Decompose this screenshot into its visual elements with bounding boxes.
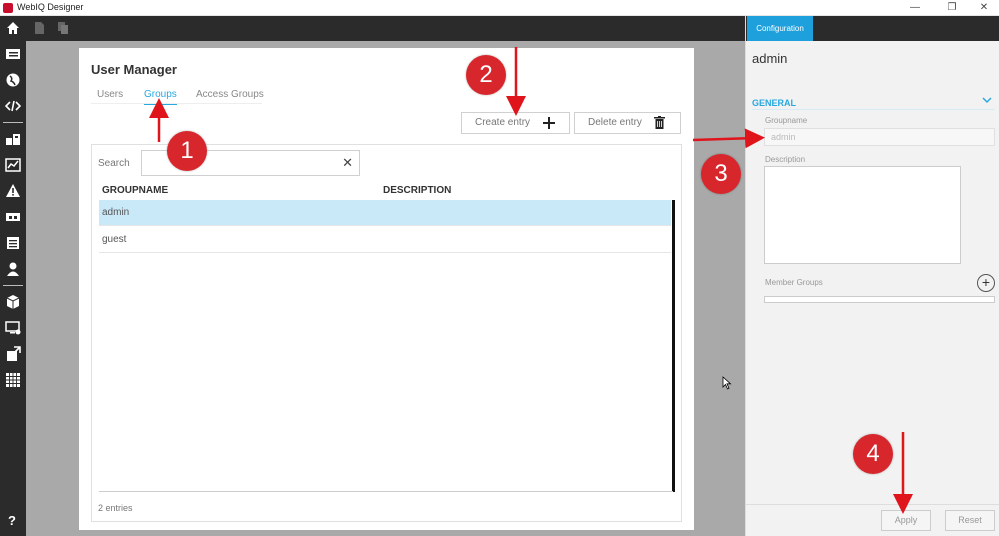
user-manager-panel: User Manager Users Groups Access Groups … — [79, 48, 694, 530]
sidebar-separator — [3, 285, 23, 286]
add-member-group-button[interactable]: + — [977, 274, 995, 292]
panel-icon[interactable] — [5, 209, 21, 225]
column-header-groupname[interactable]: GROUPNAME — [102, 185, 168, 196]
clear-search-icon[interactable]: ✕ — [342, 156, 353, 170]
apply-button[interactable]: Apply — [881, 510, 931, 531]
step-badge-4: 4 — [853, 434, 893, 474]
window-title: WebIQ Designer — [17, 2, 84, 12]
widgets-icon[interactable] — [5, 131, 21, 147]
home-icon[interactable] — [6, 21, 20, 35]
section-divider — [752, 109, 995, 110]
row-groupname: admin — [102, 207, 130, 218]
description-field[interactable] — [764, 166, 961, 264]
description-label: Description — [765, 155, 806, 164]
table-row[interactable]: admin — [99, 200, 671, 226]
create-entry-label: Create entry — [475, 117, 531, 128]
tab-users[interactable]: Users — [97, 89, 123, 103]
groupname-field[interactable]: admin — [764, 128, 995, 146]
page-title: User Manager — [91, 62, 177, 77]
copy-icon[interactable] — [56, 21, 70, 35]
column-header-description[interactable]: DESCRIPTION — [383, 185, 451, 196]
mouse-cursor-icon — [722, 376, 732, 390]
main-toolbar — [0, 16, 745, 41]
export-icon[interactable] — [5, 346, 21, 362]
left-sidebar: ? — [0, 41, 26, 536]
tab-access-groups[interactable]: Access Groups — [196, 89, 264, 103]
tab-configuration[interactable]: Configuration — [747, 16, 813, 41]
app-logo-icon — [3, 3, 13, 13]
help-icon[interactable]: ? — [8, 513, 16, 528]
maximize-button[interactable]: ❐ — [937, 0, 967, 16]
config-tabbar: Configuration — [746, 16, 999, 41]
file-icon[interactable] — [32, 21, 46, 35]
step-badge-3: 3 — [701, 154, 741, 194]
cube-icon[interactable] — [5, 294, 21, 310]
delete-entry-button[interactable]: Delete entry — [574, 112, 681, 134]
list-icon[interactable] — [5, 46, 21, 62]
groups-list: Search ✕ GROUPNAME DESCRIPTION admin gue… — [91, 144, 682, 522]
close-window-button[interactable]: ✕ — [969, 0, 999, 16]
grid-icon[interactable] — [5, 372, 21, 388]
section-general[interactable]: GENERAL — [752, 98, 796, 108]
code-icon[interactable] — [5, 98, 21, 114]
sidebar-separator — [3, 122, 23, 123]
member-groups-list[interactable] — [764, 296, 995, 303]
monitor-gear-icon[interactable] — [5, 320, 21, 336]
list-divider — [99, 491, 673, 492]
row-groupname: guest — [102, 234, 127, 245]
create-entry-button[interactable]: Create entry — [461, 112, 570, 134]
window-titlebar: WebIQ Designer — ❐ ✕ — [0, 0, 999, 16]
step-badge-1: 1 — [167, 131, 207, 171]
groupname-label: Groupname — [765, 116, 808, 125]
tab-underline — [91, 103, 262, 104]
trash-icon — [654, 116, 665, 129]
warning-icon[interactable] — [5, 183, 21, 199]
globe-icon[interactable] — [5, 72, 21, 88]
step-badge-2: 2 — [466, 55, 506, 95]
footer-divider — [746, 504, 999, 505]
config-title: admin — [752, 51, 788, 66]
delete-entry-label: Delete entry — [588, 117, 642, 128]
document-icon[interactable] — [5, 235, 21, 251]
entries-count: 2 entries — [98, 503, 133, 513]
reset-button[interactable]: Reset — [945, 510, 995, 531]
plus-icon — [543, 117, 555, 129]
chevron-down-icon[interactable] — [982, 96, 992, 104]
member-groups-label: Member Groups — [765, 278, 823, 287]
chart-icon[interactable] — [5, 157, 21, 173]
minimize-button[interactable]: — — [900, 0, 930, 16]
table-row[interactable]: guest — [99, 227, 671, 253]
search-label: Search — [98, 158, 130, 169]
user-icon[interactable] — [5, 261, 21, 277]
list-scrollbar[interactable] — [672, 200, 675, 492]
